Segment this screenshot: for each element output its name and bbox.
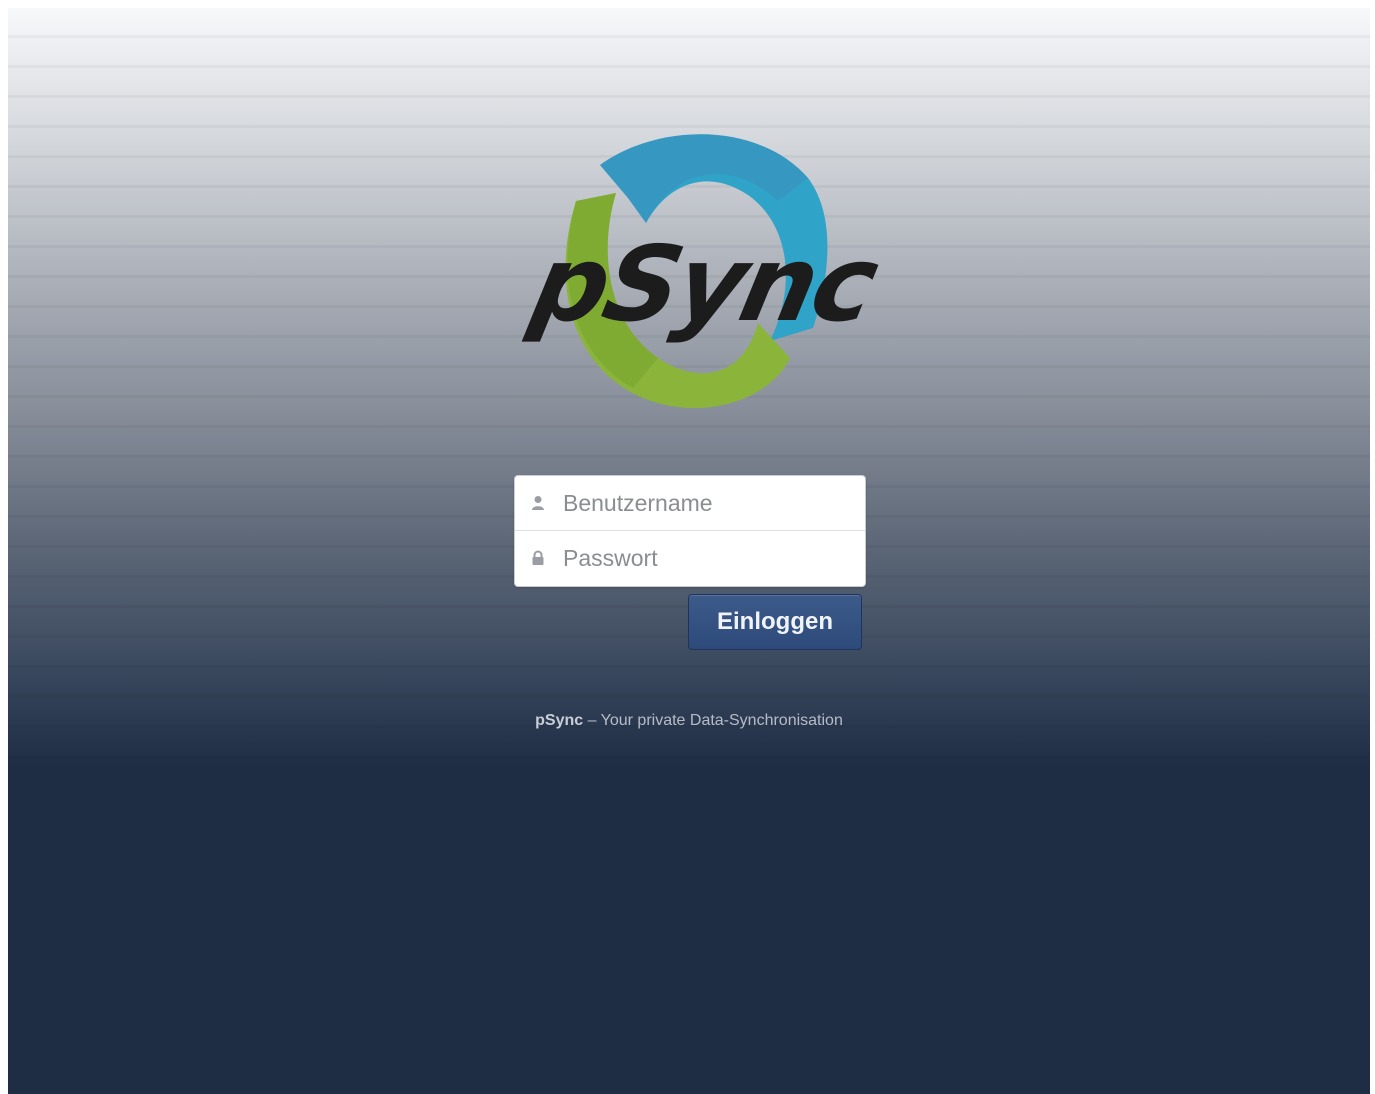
footer-brand: pSync bbox=[535, 712, 584, 729]
logo-brand-text: pSync bbox=[520, 223, 888, 345]
username-input[interactable] bbox=[563, 483, 853, 523]
lock-icon bbox=[532, 550, 544, 565]
password-input[interactable] bbox=[563, 538, 853, 578]
login-page: pSync Einloggen pSync – Your private Dat… bbox=[8, 8, 1370, 1094]
username-field-row bbox=[515, 476, 865, 531]
user-icon bbox=[532, 496, 544, 510]
password-field-row bbox=[515, 531, 865, 585]
login-form bbox=[514, 475, 866, 587]
psync-logo: pSync bbox=[520, 134, 888, 409]
login-button[interactable]: Einloggen bbox=[688, 594, 862, 650]
footer-tagline: pSync – Your private Data-Synchronisatio… bbox=[8, 712, 1370, 730]
footer-tagline-text: – Your private Data-Synchronisation bbox=[583, 712, 843, 729]
